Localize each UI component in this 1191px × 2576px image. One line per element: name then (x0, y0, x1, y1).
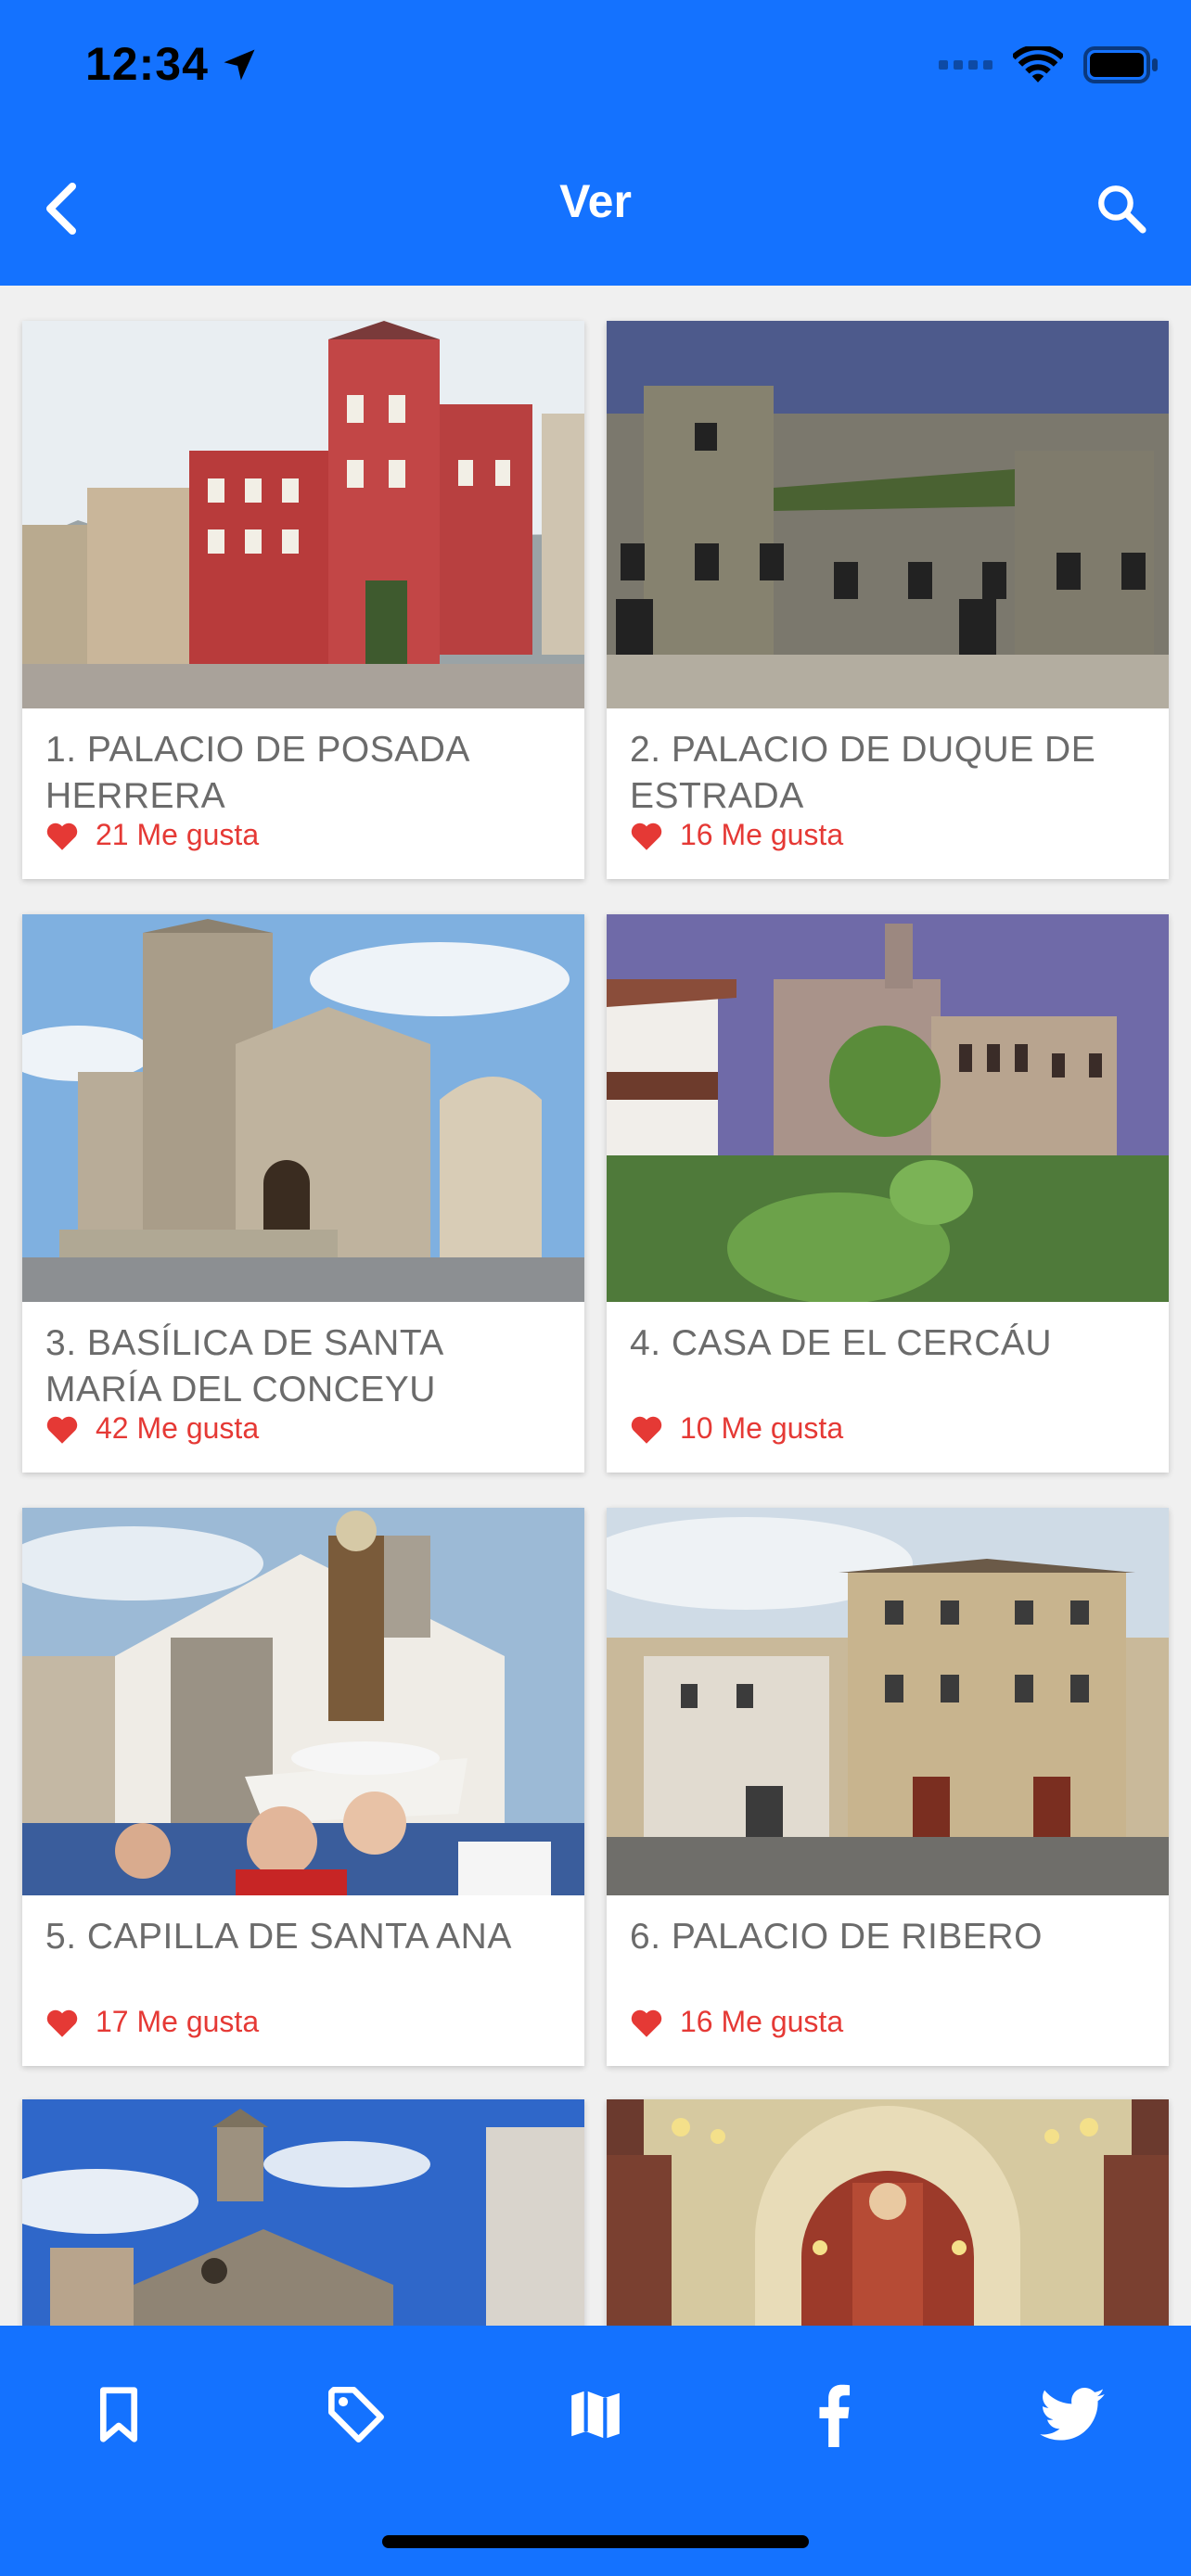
likes-row: 16 Me gusta (630, 818, 843, 852)
place-title: 1. PALACIO DE POSADA HERRERA (45, 730, 468, 816)
likes-row: 21 Me gusta (45, 818, 259, 852)
heart-icon (631, 823, 662, 850)
place-photo (607, 914, 1169, 1304)
heart-icon (46, 823, 78, 850)
likes-row: 42 Me gusta (45, 1411, 259, 1446)
page-title: Ver (559, 175, 632, 227)
tab-map[interactable] (549, 2368, 642, 2461)
likes-count: 10 Me gusta (680, 1411, 844, 1445)
cellular-signal-icon (939, 60, 992, 70)
place-card[interactable]: 5. CAPILLA DE SANTA ANA 17 Me gusta (22, 1508, 584, 2066)
place-photo (607, 1508, 1169, 1895)
heart-icon (46, 2009, 78, 2037)
wifi-icon (1013, 46, 1063, 83)
battery-icon (1083, 46, 1158, 83)
top-bar: 12:34 Ver (0, 0, 1191, 286)
heart-icon (46, 1416, 78, 1444)
map-icon (571, 2391, 620, 2439)
likes-count: 16 Me gusta (680, 818, 844, 851)
place-photo (22, 914, 584, 1302)
heart-icon (631, 2009, 662, 2037)
likes-row: 17 Me gusta (45, 2005, 259, 2039)
tab-twitter[interactable] (1026, 2368, 1119, 2461)
place-photo (22, 1508, 584, 1895)
tab-facebook[interactable] (787, 2368, 879, 2461)
likes-count: 42 Me gusta (96, 1411, 260, 1445)
place-title: 2. PALACIO DE DUQUE DE ESTRADA (630, 730, 1096, 816)
place-title: 6. PALACIO DE RIBERO (630, 1917, 1043, 1957)
place-photo (607, 321, 1169, 708)
place-card[interactable]: 1. PALACIO DE POSADA HERRERA 21 Me gusta (22, 321, 584, 879)
home-indicator (382, 2535, 809, 2548)
place-title: 5. CAPILLA DE SANTA ANA (45, 1917, 512, 1957)
likes-count: 21 Me gusta (96, 818, 260, 851)
tab-bookmarks[interactable] (72, 2368, 165, 2461)
heart-icon (631, 1416, 662, 1444)
likes-count: 17 Me gusta (96, 2005, 260, 2038)
status-time: 12:34 (85, 38, 209, 90)
search-icon (1098, 185, 1146, 234)
place-title: 3. BASÍLICA DE SANTA MARÍA DEL CONCEYU (45, 1323, 442, 1409)
place-photo (22, 321, 584, 708)
place-title: 4. CASA DE EL CERCÁU (630, 1323, 1053, 1363)
likes-row: 10 Me gusta (630, 1411, 843, 1446)
bookmark-icon (99, 2387, 138, 2442)
place-card[interactable]: 2. PALACIO DE DUQUE DE ESTRADA 16 Me gus… (607, 321, 1169, 879)
location-arrow-icon (224, 49, 255, 81)
place-card[interactable]: 3. BASÍLICA DE SANTA MARÍA DEL CONCEYU 4… (22, 914, 584, 1473)
twitter-icon (1040, 2388, 1105, 2441)
status-indicators (939, 41, 1159, 89)
search-button[interactable] (1089, 176, 1154, 241)
tab-tags[interactable] (310, 2368, 403, 2461)
likes-count: 16 Me gusta (680, 2005, 844, 2038)
likes-row: 16 Me gusta (630, 2005, 843, 2039)
tag-icon (328, 2387, 384, 2442)
facebook-icon (819, 2384, 851, 2447)
place-card[interactable]: 6. PALACIO DE RIBERO 16 Me gusta (607, 1508, 1169, 2066)
place-card[interactable]: 4. CASA DE EL CERCÁU 10 Me gusta (607, 914, 1169, 1473)
